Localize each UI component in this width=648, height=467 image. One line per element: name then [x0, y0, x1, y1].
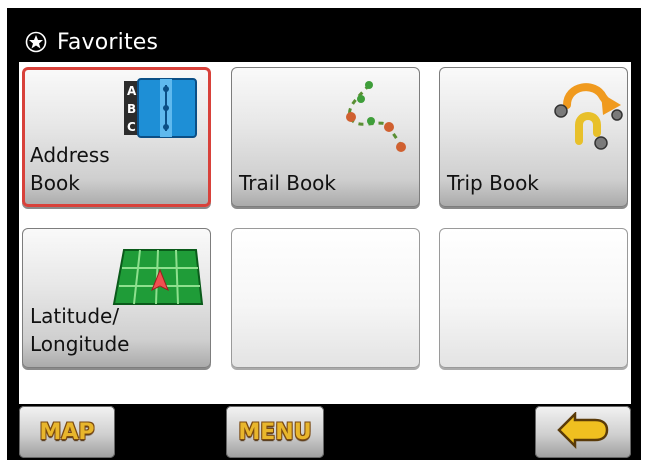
tile-label: Trail Book: [239, 171, 337, 195]
tile-label: Latitude/ Longitude: [30, 304, 130, 356]
tile-empty-2[interactable]: [439, 228, 628, 368]
tile-label: Address Book: [30, 143, 110, 195]
tile-latitude-longitude[interactable]: Latitude/ Longitude: [22, 228, 211, 368]
bottom-bar: MAP MENU: [19, 404, 631, 460]
screen: Favorites A B C Address Book Trail Book …: [19, 22, 631, 460]
tile-trail-book[interactable]: Trail Book: [231, 67, 420, 207]
trip-book-icon: [554, 83, 623, 150]
back-button[interactable]: [535, 406, 631, 458]
menu-button-label: MENU: [238, 419, 312, 445]
tile-empty-1[interactable]: [231, 228, 420, 368]
back-arrow-icon: [557, 412, 609, 450]
tile-address-book[interactable]: A B C Address Book: [22, 67, 211, 207]
address-book-icon: A B C: [124, 78, 197, 138]
svg-text:B: B: [127, 102, 136, 116]
menu-button[interactable]: MENU: [226, 406, 324, 458]
svg-text:A: A: [127, 84, 137, 98]
svg-text:C: C: [127, 120, 136, 134]
map-button[interactable]: MAP: [19, 406, 115, 458]
map-button-label: MAP: [39, 419, 95, 445]
trail-book-icon: [346, 81, 406, 152]
lat-long-grid-icon: [112, 249, 204, 305]
device-frame: Favorites A B C Address Book Trail Book …: [7, 8, 641, 460]
title-bar: Favorites: [19, 22, 631, 62]
page-title: Favorites: [57, 29, 159, 55]
tile-trip-book[interactable]: Trip Book: [439, 67, 628, 207]
favorites-star-icon: [25, 31, 47, 53]
tile-label: Trip Book: [447, 171, 539, 195]
